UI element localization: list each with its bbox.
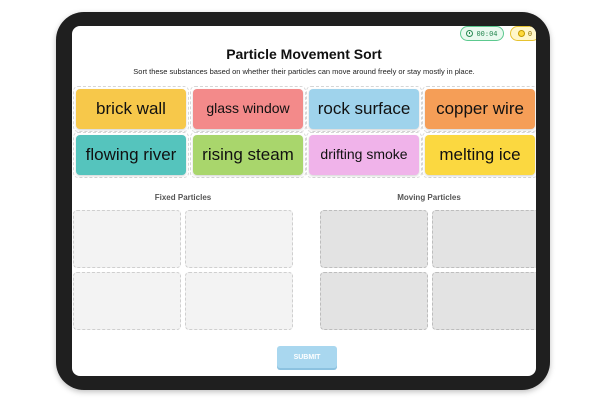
card-copper-wire[interactable]: copper wire bbox=[425, 89, 535, 129]
fixed-slot-2[interactable] bbox=[185, 210, 293, 268]
clock-icon bbox=[466, 30, 474, 37]
card-brick-wall[interactable]: brick wall bbox=[76, 89, 186, 129]
timer-badge: 00:04 bbox=[460, 26, 504, 41]
card-glass-window[interactable]: glass window bbox=[193, 89, 303, 129]
moving-slot-2[interactable] bbox=[432, 210, 536, 268]
fixed-slot-4[interactable] bbox=[185, 272, 293, 330]
card-melting-ice[interactable]: melting ice bbox=[425, 135, 535, 175]
coin-count: 0 bbox=[527, 29, 533, 38]
coin-badge: 0 bbox=[510, 26, 536, 41]
card-flowing-river[interactable]: flowing river bbox=[76, 135, 186, 175]
fixed-slot-1[interactable] bbox=[73, 210, 181, 268]
coin-icon bbox=[517, 30, 525, 37]
fixed-slot-3[interactable] bbox=[73, 272, 181, 330]
card-drifting-smoke[interactable]: drifting smoke bbox=[309, 135, 419, 175]
page-title: Particle Movement Sort bbox=[226, 46, 382, 62]
card-rock-surface[interactable]: rock surface bbox=[309, 89, 419, 129]
card-rising-steam[interactable]: rising steam bbox=[193, 135, 303, 175]
moving-slot-4[interactable] bbox=[432, 272, 536, 330]
moving-zone-label: Moving Particles bbox=[397, 193, 461, 202]
timer-value: 00:04 bbox=[476, 29, 498, 38]
submit-button[interactable]: SUBMIT bbox=[277, 346, 337, 368]
fixed-zone-label: Fixed Particles bbox=[154, 193, 212, 202]
game-screen: 00:04 0 Particle Movement Sort Sort thes… bbox=[72, 26, 536, 376]
instructions: Sort these substances based on whether t… bbox=[133, 67, 475, 76]
moving-slot-3[interactable] bbox=[320, 272, 428, 330]
moving-slot-1[interactable] bbox=[320, 210, 428, 268]
